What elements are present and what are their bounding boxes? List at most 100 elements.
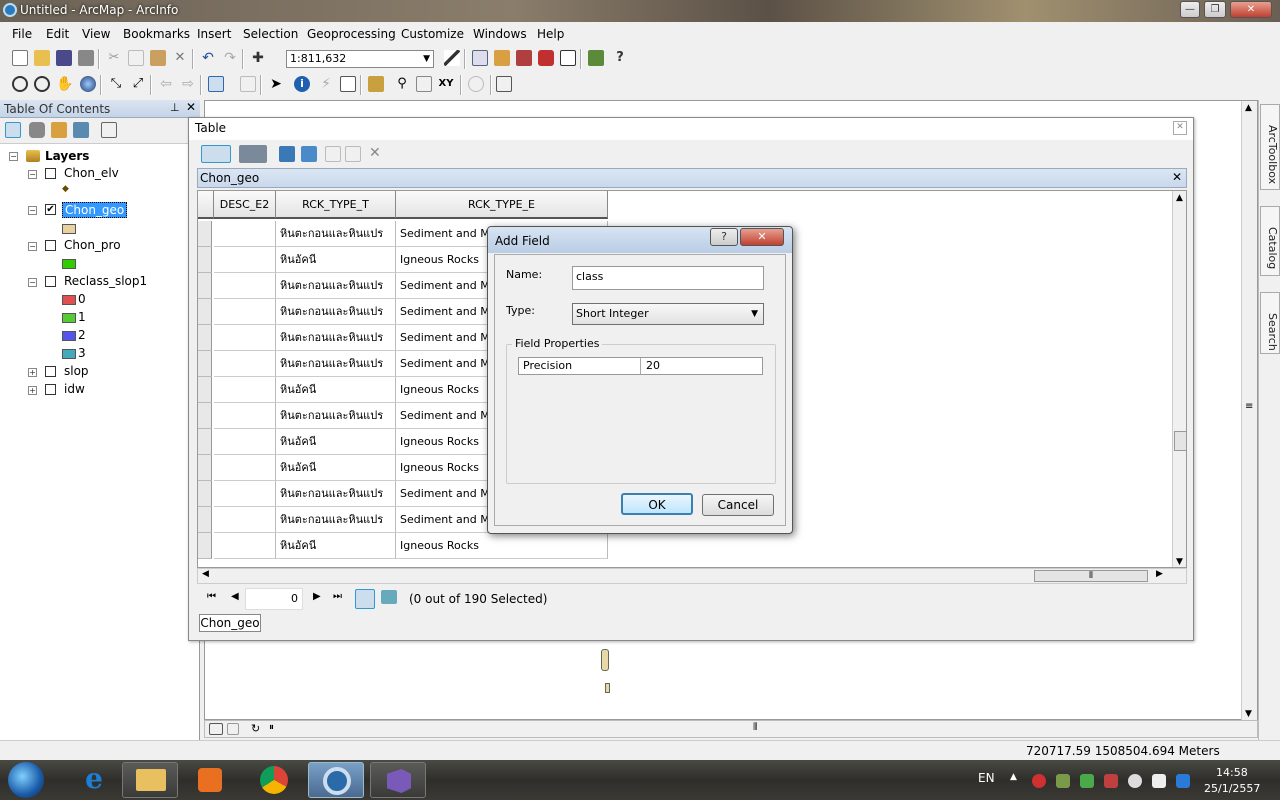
pan-hand-icon[interactable]: ✋ (56, 76, 73, 92)
previous-record-icon[interactable]: ◀ (231, 591, 239, 602)
find-binoculars-icon[interactable]: ⚲ (394, 76, 410, 92)
field-name-input[interactable]: class (572, 266, 764, 290)
open-folder-icon[interactable] (34, 50, 50, 66)
table-cell[interactable] (214, 273, 276, 299)
layer-visibility-checkbox-checked[interactable]: ✔ (45, 204, 56, 215)
clear-selection-icon[interactable] (325, 146, 341, 162)
table-cell[interactable]: หินตะกอนและหินแปร (276, 325, 396, 351)
layers-collapse-toggle[interactable]: − (9, 152, 18, 161)
add-data-icon[interactable]: ✚ (250, 50, 266, 66)
row-selector[interactable] (198, 299, 212, 325)
scroll-left-arrow-icon[interactable]: ◀ (202, 569, 209, 579)
layer-visibility-checkbox[interactable] (45, 240, 56, 251)
create-viewer-window-icon[interactable] (496, 76, 512, 92)
python-window-icon[interactable] (560, 50, 576, 66)
layout-view-icon[interactable] (227, 723, 239, 735)
dialog-help-button[interactable]: ? (710, 228, 738, 246)
html-popup-icon[interactable] (340, 76, 356, 92)
volume-icon[interactable] (1152, 774, 1166, 788)
table-cell[interactable] (214, 377, 276, 403)
paste-icon[interactable] (150, 50, 166, 66)
identify-icon[interactable]: i (294, 76, 310, 92)
select-by-attributes-icon[interactable] (279, 146, 295, 162)
find-route-icon[interactable] (416, 76, 432, 92)
row-selector[interactable] (198, 247, 212, 273)
scroll-thumb[interactable]: ⦀ (1034, 570, 1148, 582)
first-record-icon[interactable]: ⏮ (207, 591, 216, 602)
layer-collapse-toggle[interactable]: − (28, 170, 37, 179)
table-cell[interactable]: หินตะกอนและหินแปร (276, 221, 396, 247)
scroll-down-arrow-icon[interactable]: ▼ (1176, 557, 1183, 567)
print-icon[interactable] (78, 50, 94, 66)
redo-icon[interactable]: ↷ (222, 50, 238, 66)
table-vertical-scrollbar[interactable]: ▲ ▼ (1172, 191, 1186, 567)
clear-selection-icon[interactable] (240, 76, 256, 92)
table-horizontal-scrollbar[interactable]: ◀ ⦀ ▶ (197, 568, 1187, 584)
table-cell[interactable] (214, 481, 276, 507)
arcmap-taskbutton[interactable] (308, 762, 364, 798)
refresh-icon[interactable]: ↻ (251, 722, 260, 735)
column-header-rck-type-t[interactable]: RCK_TYPE_T (276, 191, 396, 219)
table-close-icon[interactable]: ✕ (1173, 121, 1187, 135)
menu-view[interactable]: View (82, 27, 110, 41)
layer-chon-pro[interactable]: Chon_pro (64, 238, 121, 252)
layer-collapse-toggle[interactable]: − (28, 206, 37, 215)
network-icon[interactable] (1128, 774, 1142, 788)
table-cell[interactable] (214, 299, 276, 325)
table-cell[interactable]: หินอัคนี (276, 455, 396, 481)
visual-studio-taskbutton[interactable] (370, 762, 426, 798)
fixed-zoom-out-icon[interactable]: ⤢ (130, 76, 146, 92)
table-options-icon[interactable] (201, 145, 231, 163)
row-selector[interactable] (198, 221, 212, 247)
layer-chon-geo-selected[interactable]: Chon_geo (62, 202, 128, 218)
row-selector[interactable] (198, 377, 212, 403)
table-cell[interactable] (214, 507, 276, 533)
menu-customize[interactable]: Customize (401, 27, 464, 41)
whats-this-help-icon[interactable]: ? (612, 50, 628, 66)
table-cell[interactable] (214, 403, 276, 429)
scroll-right-arrow-icon[interactable]: ▶ (1156, 569, 1163, 579)
layer-visibility-checkbox[interactable] (45, 366, 56, 377)
field-type-select[interactable]: Short Integer ▼ (572, 303, 764, 325)
editor-toolbar-icon[interactable] (444, 50, 460, 66)
list-by-drawing-order-icon[interactable] (5, 122, 21, 138)
new-document-icon[interactable] (12, 50, 28, 66)
next-record-icon[interactable]: ▶ (313, 591, 321, 602)
undo-icon[interactable]: ↶ (200, 50, 216, 66)
row-selector[interactable] (198, 481, 212, 507)
table-layer-close-icon[interactable]: ✕ (1172, 170, 1182, 184)
copy-icon[interactable] (128, 50, 144, 66)
maximize-button[interactable]: ❐ (1204, 1, 1226, 18)
show-all-records-icon[interactable] (355, 589, 375, 609)
dialog-close-button[interactable]: ✕ (740, 228, 784, 246)
scroll-thumb-grip[interactable]: ⦀ (753, 722, 757, 733)
row-selector[interactable] (198, 533, 212, 559)
row-selector[interactable] (198, 507, 212, 533)
precision-value-input[interactable]: 20 (642, 358, 762, 374)
chrome-icon[interactable] (246, 762, 302, 798)
table-cell[interactable] (214, 429, 276, 455)
tray-app-icon[interactable] (1032, 774, 1046, 788)
table-of-contents-icon[interactable] (472, 50, 488, 66)
minimize-button[interactable]: — (1180, 1, 1200, 18)
table-cell[interactable] (214, 325, 276, 351)
row-selector[interactable] (198, 429, 212, 455)
column-header-desc-e2[interactable]: DESC_E2 (214, 191, 276, 219)
measure-icon[interactable] (368, 76, 384, 92)
show-selected-records-icon[interactable] (381, 590, 397, 604)
language-indicator[interactable]: EN (978, 771, 995, 785)
modelbuilder-icon[interactable] (588, 50, 604, 66)
map-vertical-scrollbar[interactable]: ▲ ≡ ▼ (1241, 101, 1257, 721)
menu-file[interactable]: File (12, 27, 32, 41)
search-window-icon[interactable] (516, 50, 532, 66)
tray-app-icon[interactable] (1104, 774, 1118, 788)
table-cell[interactable]: หินอัคนี (276, 247, 396, 273)
tray-app-icon[interactable] (1056, 774, 1070, 788)
table-cell[interactable]: Igneous Rocks (396, 533, 608, 559)
list-by-selection-icon[interactable] (73, 122, 89, 138)
catalog-tab[interactable]: Catalog (1260, 206, 1280, 276)
menu-help[interactable]: Help (537, 27, 564, 41)
select-features-icon[interactable] (208, 76, 224, 92)
explorer-folder-taskbutton[interactable] (122, 762, 178, 798)
menu-edit[interactable]: Edit (46, 27, 69, 41)
